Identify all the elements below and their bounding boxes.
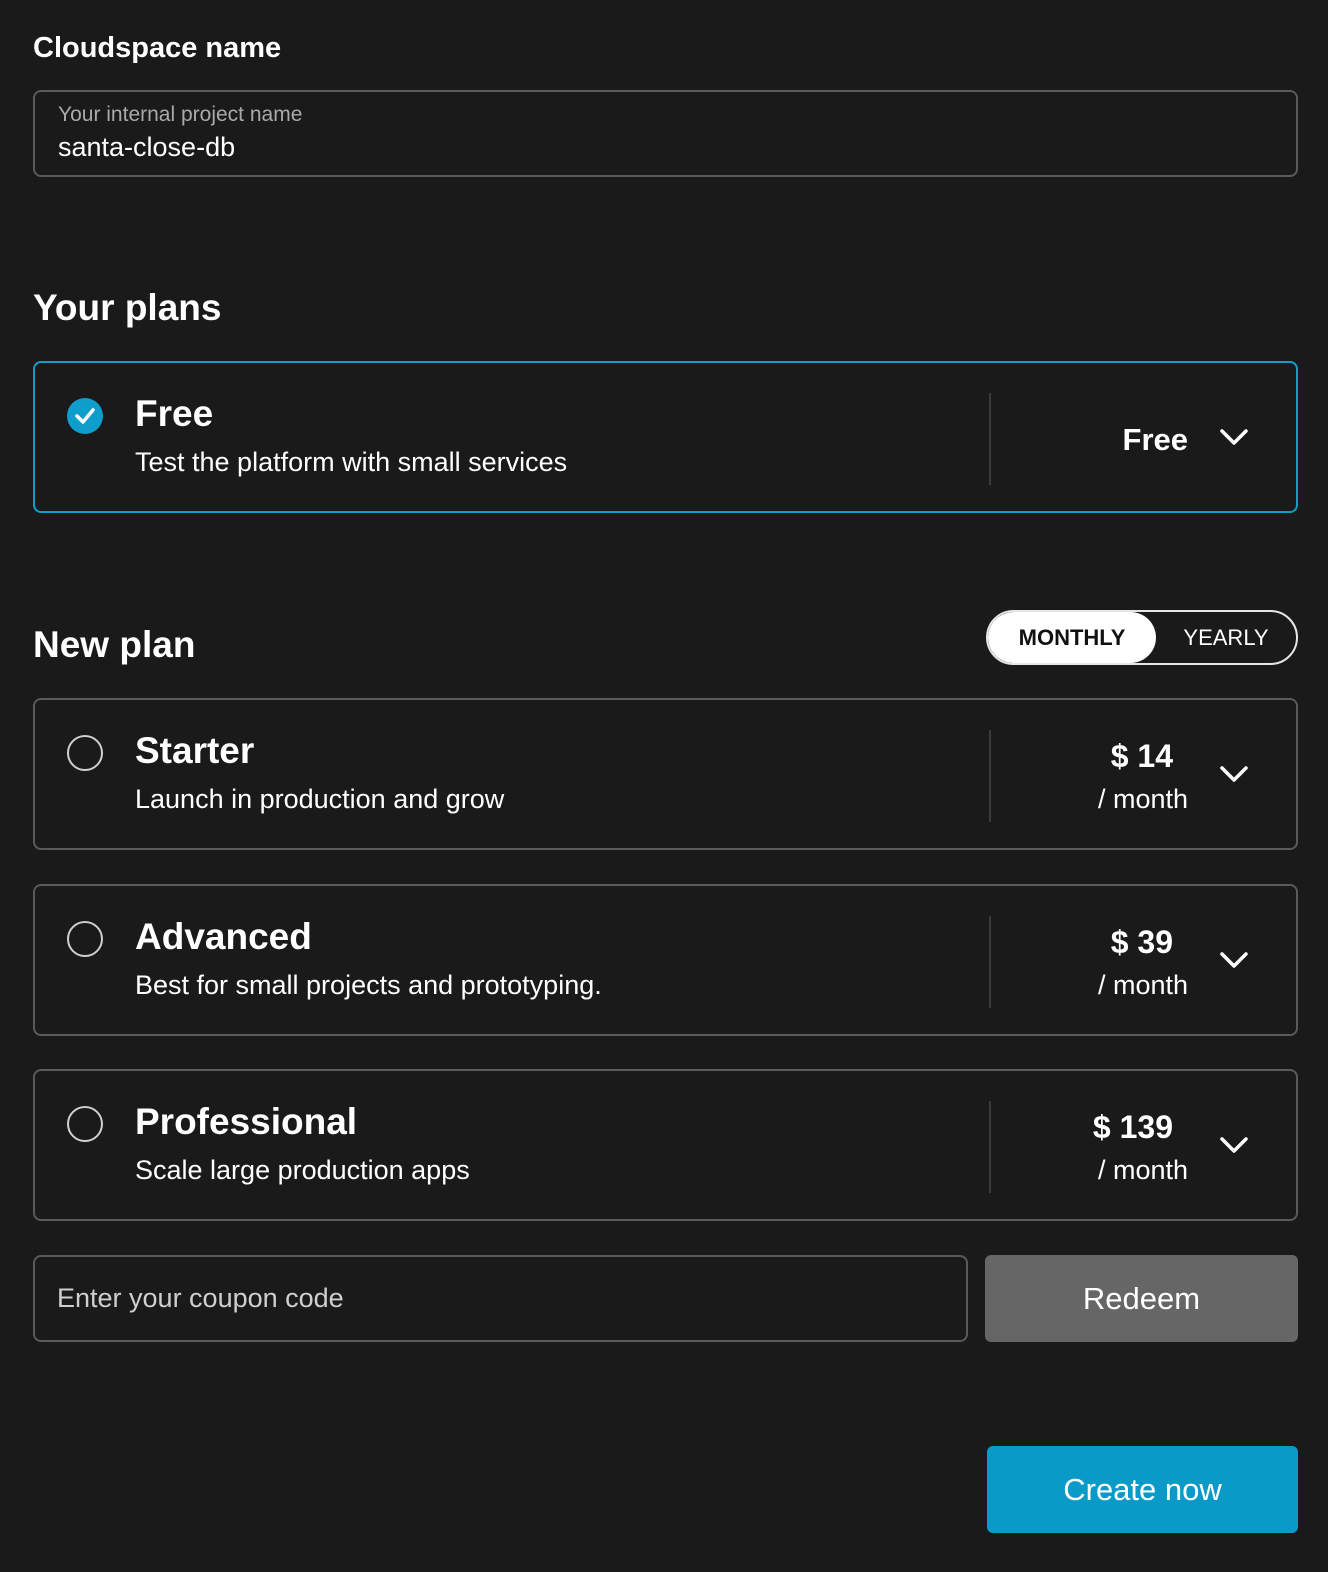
plan-name: Free (135, 393, 214, 434)
price-period: / month (1097, 784, 1188, 814)
chevron-down-icon[interactable] (1218, 949, 1250, 971)
plan-description: Best for small projects and prototyping. (135, 970, 602, 1000)
divider (989, 916, 991, 1008)
price-period: / month (1097, 1155, 1188, 1185)
billing-option-monthly[interactable]: MONTHLY (988, 612, 1156, 663)
radio-empty-icon[interactable] (67, 1106, 103, 1142)
plan-description: Launch in production and grow (135, 784, 505, 814)
price-amount: $ 14 (1110, 738, 1173, 774)
plan-description: Test the platform with small services (135, 447, 568, 477)
divider (989, 730, 991, 822)
cloudspace-name-field-label: Your internal project name (58, 103, 303, 126)
chevron-down-icon[interactable] (1218, 1134, 1250, 1156)
chevron-down-icon[interactable] (1218, 763, 1250, 785)
coupon-code-input[interactable] (33, 1255, 968, 1342)
your-plans-title: Your plans (33, 287, 222, 328)
cloudspace-name-field[interactable]: Your internal project name santa-close-d… (33, 90, 1298, 177)
plan-card-advanced[interactable]: Advanced Best for small projects and pro… (33, 884, 1298, 1036)
cloudspace-name-value[interactable]: santa-close-db (58, 132, 235, 163)
plan-card-professional[interactable]: Professional Scale large production apps… (33, 1069, 1298, 1221)
plan-card-free[interactable]: Free Test the platform with small servic… (33, 361, 1298, 513)
plan-name: Advanced (135, 916, 312, 957)
price-period: / month (1097, 970, 1188, 1000)
price-amount: $ 39 (1110, 924, 1173, 960)
plan-name: Professional (135, 1101, 358, 1142)
check-circle-icon[interactable] (67, 398, 103, 434)
divider (989, 1101, 991, 1193)
radio-empty-icon[interactable] (67, 735, 103, 771)
plan-price: Free (1122, 422, 1188, 457)
plan-price: $ 39 / month (1098, 926, 1188, 999)
create-now-button[interactable]: Create now (987, 1446, 1298, 1533)
redeem-button[interactable]: Redeem (985, 1255, 1298, 1342)
price-amount: $ 139 (1092, 1109, 1173, 1145)
divider (989, 393, 991, 485)
radio-empty-icon[interactable] (67, 921, 103, 957)
plan-name: Starter (135, 730, 255, 771)
plan-price: $ 14 / month (1098, 740, 1188, 813)
plan-card-starter[interactable]: Starter Launch in production and grow $ … (33, 698, 1298, 850)
plan-price: $ 139 / month (1093, 1111, 1188, 1184)
new-plan-title: New plan (33, 624, 196, 665)
billing-option-yearly[interactable]: YEARLY (1156, 612, 1296, 663)
billing-period-toggle[interactable]: MONTHLY YEARLY (986, 610, 1298, 665)
chevron-down-icon[interactable] (1218, 426, 1250, 448)
plan-description: Scale large production apps (135, 1155, 470, 1185)
cloudspace-name-label: Cloudspace name (33, 32, 282, 64)
